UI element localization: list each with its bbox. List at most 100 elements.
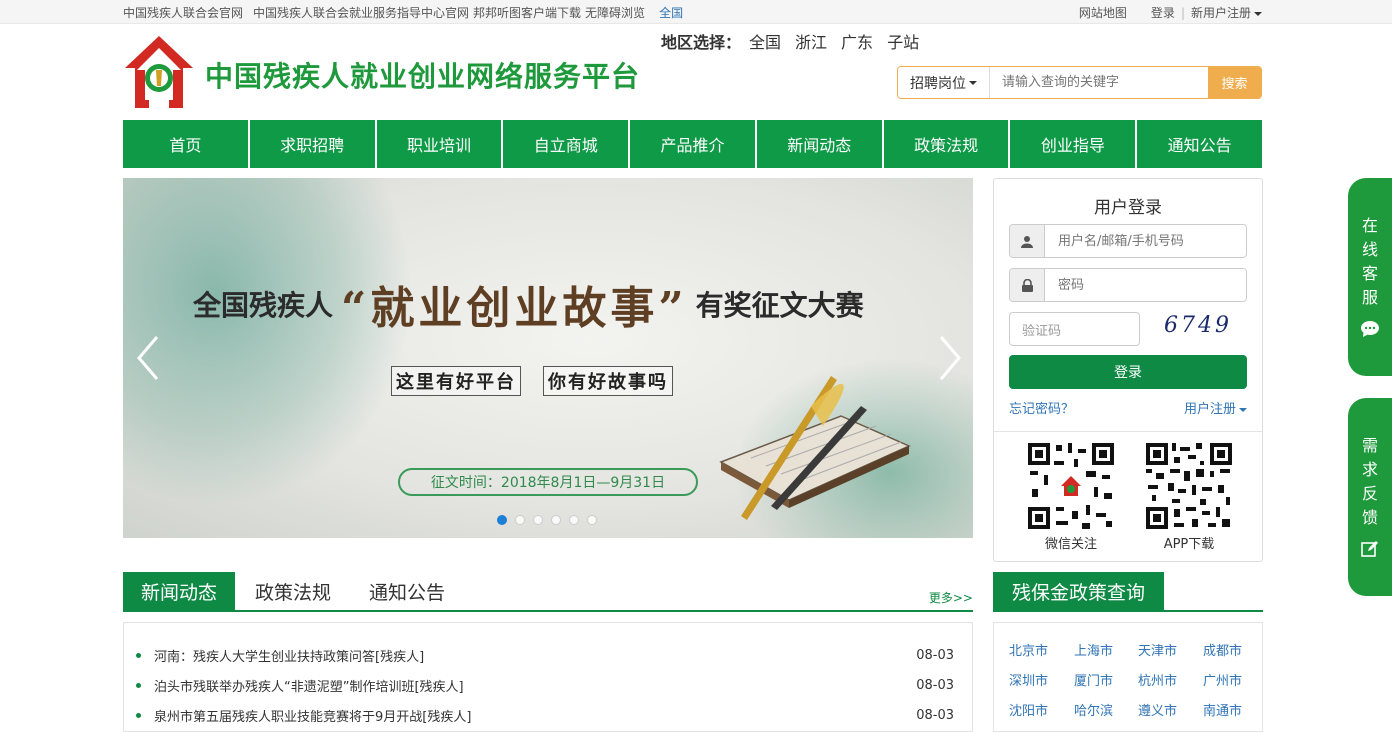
sitemap-link[interactable]: 网站地图 bbox=[1079, 4, 1127, 21]
carousel-dot[interactable] bbox=[587, 515, 597, 525]
nav-startup[interactable]: 创业指导 bbox=[1010, 120, 1138, 168]
city-link[interactable]: 杭州市 bbox=[1138, 670, 1177, 689]
tab-news[interactable]: 新闻动态 bbox=[123, 572, 235, 610]
search-bar: 招聘岗位 搜索 bbox=[897, 66, 1262, 99]
username-input[interactable] bbox=[1045, 225, 1246, 257]
bullet-icon bbox=[136, 682, 141, 688]
link-cdpf[interactable]: 中国残疾人联合会官网 bbox=[123, 4, 243, 21]
login-button[interactable]: 登录 bbox=[1009, 355, 1247, 389]
nav-products[interactable]: 产品推介 bbox=[630, 120, 757, 168]
nav-news[interactable]: 新闻动态 bbox=[756, 120, 884, 168]
city-link[interactable]: 厦门市 bbox=[1074, 670, 1113, 689]
more-link[interactable]: 更多>> bbox=[929, 589, 973, 606]
captcha-image[interactable]: 6749 bbox=[1164, 313, 1232, 338]
nav-notice[interactable]: 通知公告 bbox=[1137, 120, 1263, 168]
top-login-link[interactable]: 登录 bbox=[1151, 4, 1175, 21]
bullet-icon bbox=[136, 652, 141, 658]
login-panel: 用户登录 验证码 6749 登录 忘记密码？ 用户注册 微信关注 APP下载 bbox=[993, 178, 1263, 562]
news-title: 泉州市第五届残疾人职业技能竞赛将于9月开战[残疾人] bbox=[154, 709, 472, 725]
chat-icon bbox=[1361, 321, 1379, 337]
list-item[interactable]: 泉州市第五届残疾人职业技能竞赛将于9月开战[残疾人] 08-03 bbox=[136, 705, 954, 725]
city-link[interactable]: 遵义市 bbox=[1138, 700, 1177, 719]
qr-wechat-label: 微信关注 bbox=[1044, 537, 1097, 552]
feedback-char: 求 bbox=[1361, 460, 1378, 479]
news-date: 08-03 bbox=[916, 647, 954, 663]
policy-title: 残保金政策查询 bbox=[993, 572, 1164, 610]
service-char: 线 bbox=[1361, 240, 1378, 259]
city-link[interactable]: 北京市 bbox=[1009, 640, 1048, 659]
qr-code-app bbox=[1144, 441, 1234, 531]
banner-carousel[interactable]: 全国残疾人 “就业创业故事” 有奖征文大赛 这里有好平台 你有好故事吗 征文时间… bbox=[123, 178, 973, 538]
city-link[interactable]: 上海市 bbox=[1074, 640, 1113, 659]
feedback-char: 馈 bbox=[1361, 508, 1378, 527]
top-right: 网站地图 登录 | 新用户注册 bbox=[1079, 4, 1262, 21]
register-link[interactable]: 用户注册 bbox=[1184, 398, 1247, 417]
carousel-dots bbox=[497, 515, 597, 525]
nav-mall[interactable]: 自立商城 bbox=[503, 120, 631, 168]
search-button[interactable]: 搜索 bbox=[1208, 67, 1261, 98]
carousel-dot[interactable] bbox=[569, 515, 579, 525]
carousel-dot[interactable] bbox=[551, 515, 561, 525]
news-date: 08-03 bbox=[916, 677, 954, 693]
forgot-password-link[interactable]: 忘记密码？ bbox=[1009, 398, 1074, 417]
city-link[interactable]: 天津市 bbox=[1138, 640, 1177, 659]
register-label: 用户注册 bbox=[1183, 402, 1236, 417]
chevron-right-icon[interactable] bbox=[935, 333, 965, 383]
tab-policy[interactable]: 政策法规 bbox=[241, 572, 345, 610]
news-list: 河南：残疾人大学生创业扶持政策问答[残疾人] 08-03 泊头市残联举办残疾人“… bbox=[123, 622, 973, 732]
top-register-link[interactable]: 新用户注册 bbox=[1191, 4, 1262, 21]
ink-decoration bbox=[123, 178, 413, 508]
feedback-char: 需 bbox=[1361, 436, 1378, 455]
chevron-down-icon bbox=[1239, 407, 1247, 412]
site-title[interactable]: 中国残疾人就业创业网络服务平台 bbox=[205, 55, 640, 95]
divider: | bbox=[1180, 5, 1185, 20]
nav-policy[interactable]: 政策法规 bbox=[883, 120, 1011, 168]
captcha-input[interactable]: 验证码 bbox=[1009, 312, 1140, 346]
list-item[interactable]: 泊头市残联举办残疾人“非遗泥塑”制作培训班[残疾人] 08-03 bbox=[136, 675, 954, 695]
lock-icon bbox=[1010, 269, 1045, 301]
search-type-dropdown[interactable]: 招聘岗位 bbox=[898, 67, 990, 98]
city-link[interactable]: 哈尔滨 bbox=[1074, 700, 1113, 719]
notebook-pen-illustration bbox=[719, 376, 911, 520]
tab-notice[interactable]: 通知公告 bbox=[355, 572, 459, 610]
list-item[interactable]: 河南：残疾人大学生创业扶持政策问答[残疾人] 08-03 bbox=[136, 645, 954, 665]
city-link[interactable]: 南通市 bbox=[1203, 700, 1242, 719]
link-employment-center[interactable]: 中国残疾人联合会就业服务指导中心官网 bbox=[253, 4, 469, 21]
carousel-dot[interactable] bbox=[533, 515, 543, 525]
cdpf-logo[interactable] bbox=[123, 34, 195, 110]
chevron-left-icon[interactable] bbox=[133, 333, 163, 383]
region-current[interactable]: 全国 bbox=[659, 4, 683, 21]
headline-quote: “就业创业故事” bbox=[341, 283, 688, 334]
city-grid: 北京市 上海市 天津市 成都市 深圳市 厦门市 杭州市 广州市 沈阳市 哈尔滨 … bbox=[993, 622, 1263, 732]
region-guangdong[interactable]: 广东 bbox=[841, 29, 873, 53]
region-all[interactable]: 全国 bbox=[749, 29, 781, 53]
feedback-button[interactable]: 需 求 反 馈 bbox=[1348, 398, 1392, 596]
main-nav: 首页 求职招聘 职业培训 自立商城 产品推介 新闻动态 政策法规 创业指导 通知… bbox=[123, 120, 1263, 168]
link-accessible[interactable]: 无障碍浏览 bbox=[585, 4, 645, 21]
city-link[interactable]: 成都市 bbox=[1203, 640, 1242, 659]
city-link[interactable]: 广州市 bbox=[1203, 670, 1242, 689]
headline-prefix: 全国残疾人 bbox=[193, 289, 334, 322]
link-app-download[interactable]: 邦邦听图客户端下载 bbox=[473, 4, 581, 21]
region-substation[interactable]: 子站 bbox=[887, 29, 919, 53]
bullet-icon bbox=[136, 712, 141, 718]
top-register-label: 新用户注册 bbox=[1190, 6, 1251, 20]
city-link[interactable]: 深圳市 bbox=[1009, 670, 1048, 689]
nav-home[interactable]: 首页 bbox=[123, 120, 250, 168]
nav-training[interactable]: 职业培训 bbox=[376, 120, 504, 168]
region-zhejiang[interactable]: 浙江 bbox=[795, 29, 827, 53]
feedback-char: 反 bbox=[1361, 484, 1378, 503]
user-icon bbox=[1010, 225, 1045, 257]
banner-sub1: 这里有好平台 bbox=[391, 366, 521, 396]
city-link[interactable]: 沈阳市 bbox=[1009, 700, 1048, 719]
news-title: 河南：残疾人大学生创业扶持政策问答[残疾人] bbox=[154, 649, 425, 665]
top-bar: 中国残疾人联合会官网 中国残疾人联合会就业服务指导中心官网 邦邦听图客户端下载 … bbox=[0, 0, 1392, 24]
carousel-dot[interactable] bbox=[497, 515, 507, 525]
search-input[interactable] bbox=[990, 67, 1208, 98]
carousel-dot[interactable] bbox=[515, 515, 525, 525]
nav-jobs[interactable]: 求职招聘 bbox=[249, 120, 377, 168]
online-service-button[interactable]: 在 线 客 服 bbox=[1348, 178, 1392, 376]
password-input[interactable] bbox=[1045, 269, 1246, 301]
edit-icon bbox=[1361, 541, 1378, 557]
chevron-down-icon bbox=[969, 80, 977, 85]
